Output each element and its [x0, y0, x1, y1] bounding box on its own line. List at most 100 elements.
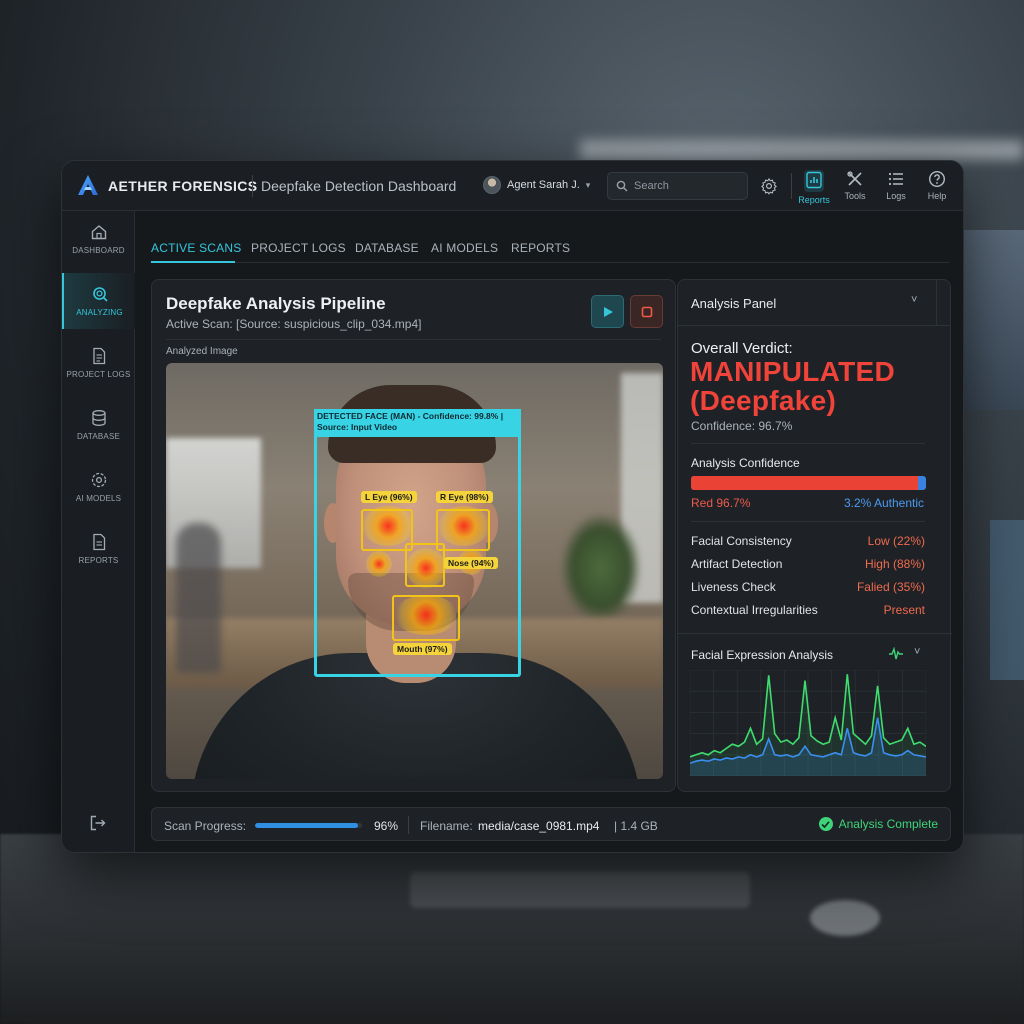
expression-analysis-title: Facial Expression Analysis [691, 648, 834, 662]
logout-icon[interactable] [89, 814, 107, 832]
metric-name: Facial Consistency [691, 534, 792, 548]
status-bar: Scan Progress: 96% Filename: media/case_… [151, 807, 951, 841]
topnav-reports[interactable]: Reports [792, 170, 836, 205]
report-icon [92, 533, 105, 551]
app-window: AETHER FORENSICS Deepfake Detection Dash… [61, 160, 964, 853]
stop-button[interactable] [630, 295, 663, 328]
confidence-bar-fill [691, 476, 919, 490]
mouth-box[interactable] [392, 595, 460, 641]
tab-ai-models[interactable]: AI MODELS [431, 241, 498, 255]
mouth-label: Mouth (97%) [393, 643, 452, 655]
detected-face-label: DETECTED FACE (MAN) - Confidence: 99.8% … [314, 409, 521, 437]
background-ceiling-light [580, 140, 1024, 160]
home-icon [91, 225, 106, 240]
check-circle-icon [818, 817, 833, 831]
scan-progress-bar [255, 823, 362, 828]
sidebar-item-label: DASHBOARD [72, 246, 125, 255]
chevron-down-icon: ▾ [585, 179, 591, 190]
chevron-down-icon[interactable]: ˅ [914, 646, 920, 658]
sidebar-item-analyzing[interactable]: ANALYZING [62, 273, 135, 329]
user-name: Agent Sarah J. [507, 179, 580, 191]
sidebar-item-label: ANALYZING [76, 308, 123, 317]
collapse-chevron-icon[interactable]: ˅ [911, 294, 917, 306]
analysis-complete-status: Analysis Complete [818, 817, 938, 831]
scan-icon [92, 287, 108, 302]
verdict-line-1: MANIPULATED [690, 356, 895, 387]
status-divider [408, 816, 409, 834]
metric-value: High (88%) [864, 557, 925, 571]
metric-row: Facial Consistency Low (22%) [691, 534, 925, 548]
play-button[interactable] [591, 295, 624, 328]
document-icon [92, 347, 105, 365]
sidebar-item-project-logs[interactable]: PROJECT LOGS [62, 335, 135, 391]
list-icon [888, 172, 903, 186]
sidebar: DASHBOARD ANALYZING PROJECT LOGS DATABAS… [62, 211, 135, 852]
sidebar-item-database[interactable]: DATABASE [62, 397, 135, 453]
pipeline-subtitle: Active Scan: [Source: suspicious_clip_03… [166, 317, 422, 331]
database-icon [91, 410, 106, 426]
filename-value: media/case_0981.mp4 [478, 819, 600, 833]
metric-name: Contextual Irregularities [691, 603, 818, 617]
topnav-logs[interactable]: Logs [874, 170, 918, 201]
metric-value: Present [883, 603, 925, 617]
metric-value: Low (22%) [867, 534, 925, 548]
topnav-tools[interactable]: Tools [833, 170, 877, 201]
photo-background-person [176, 523, 221, 673]
background-window [960, 230, 1024, 410]
topnav-help[interactable]: Help [915, 170, 959, 201]
analysis-title: Analysis Panel [691, 296, 777, 311]
search-input[interactable] [634, 180, 734, 192]
sidebar-item-ai-models[interactable]: AI MODELS [62, 459, 135, 515]
pipeline-panel: Deepfake Analysis Pipeline Active Scan: … [151, 279, 676, 792]
app-title: Deepfake Detection Dashboard [261, 178, 457, 194]
analysis-complete-label: Analysis Complete [838, 817, 938, 831]
analyzed-image-label: Analyzed Image [166, 346, 238, 357]
analysis-panel: Analysis Panel ˅ Overall Verdict: MANIPU… [677, 279, 952, 792]
gear-icon [91, 472, 106, 488]
chart-report-icon [806, 171, 822, 189]
tab-bar: ACTIVE SCANS PROJECT LOGS DATABASE AI MO… [150, 237, 949, 263]
sidebar-item-label: DATABASE [76, 432, 121, 441]
topnav-logs-label: Logs [886, 191, 906, 201]
confidence-text: Confidence: 96.7% [691, 419, 793, 433]
analyzed-image: DETECTED FACE (MAN) - Confidence: 99.8% … [166, 363, 663, 779]
analysis-header: Analysis Panel ˅ [678, 280, 950, 326]
nose-box[interactable] [405, 543, 445, 587]
verdict-line-2: (Deepfake) [690, 385, 837, 416]
tab-project-logs[interactable]: PROJECT LOGS [251, 241, 346, 255]
analysis-header-divider [936, 280, 937, 326]
topnav-tools-label: Tools [844, 191, 866, 201]
brand-name: AETHER FORENSICS [108, 178, 258, 194]
tools-icon [847, 171, 862, 186]
tab-reports[interactable]: REPORTS [511, 241, 570, 255]
photo-plant [561, 513, 641, 623]
settings-gear-icon[interactable] [760, 177, 778, 195]
metric-value: Falied (35%) [856, 580, 925, 594]
left-eye-label: L Eye (96%) [361, 491, 417, 503]
pulse-icon[interactable] [889, 647, 903, 661]
authentic-percent-label: 3.2% Authentic [843, 496, 924, 510]
sidebar-item-label: REPORTS [78, 556, 119, 565]
tab-active-indicator [151, 261, 235, 263]
scan-progress-fill [255, 823, 358, 828]
user-menu[interactable]: Agent Sarah J. ▾ [483, 176, 590, 194]
help-icon [928, 170, 946, 188]
search-box[interactable] [607, 172, 748, 200]
search-icon [616, 180, 628, 192]
right-eye-label: R Eye (98%) [436, 491, 493, 503]
background-keyboard [410, 872, 750, 908]
stop-icon [641, 306, 652, 317]
analysis-divider [691, 521, 925, 522]
tab-active-scans[interactable]: ACTIVE SCANS [151, 241, 241, 255]
background-monitor [990, 520, 1024, 680]
sidebar-item-reports[interactable]: REPORTS [62, 521, 135, 577]
tab-database[interactable]: DATABASE [355, 241, 419, 255]
brand-divider [252, 175, 253, 197]
sidebar-item-dashboard[interactable]: DASHBOARD [62, 211, 135, 267]
topnav-help-label: Help [927, 191, 947, 201]
verdict-label: Overall Verdict: [691, 340, 793, 357]
expression-line-chart [690, 670, 926, 776]
metric-name: Artifact Detection [691, 557, 783, 571]
sidebar-item-label: PROJECT LOGS [66, 370, 131, 379]
metric-name: Liveness Check [691, 580, 776, 594]
